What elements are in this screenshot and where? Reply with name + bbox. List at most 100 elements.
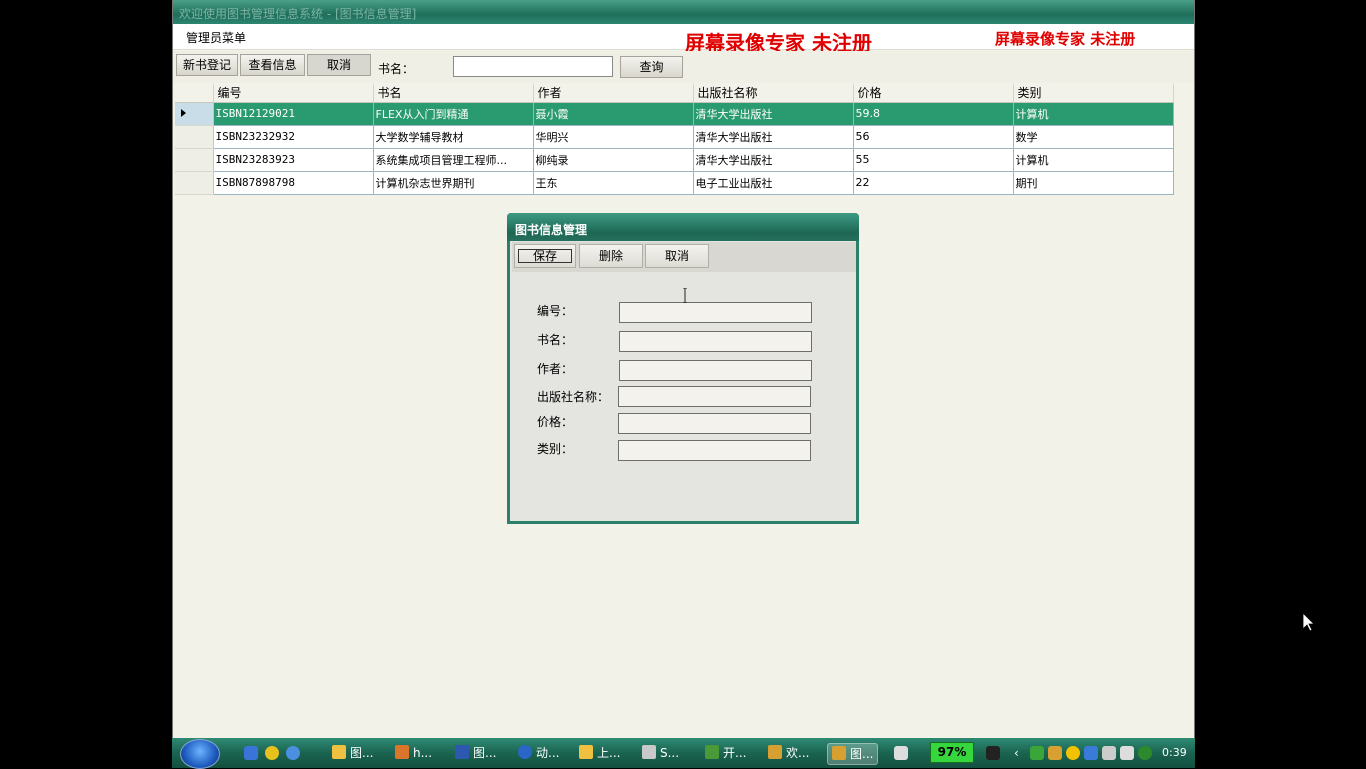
cell-id[interactable]: ISBN23283923 [213, 148, 374, 172]
taskbar-item-s[interactable]: S... [642, 743, 679, 765]
cell-id[interactable]: ISBN23232932 [213, 125, 374, 149]
cell-author[interactable]: 柳纯录 [533, 148, 694, 172]
save-button[interactable]: 保存 [514, 244, 576, 268]
chevron-left-icon[interactable]: ‹ [1014, 746, 1028, 760]
dialog-title[interactable]: 图书信息管理 [507, 213, 859, 241]
grid-corner [175, 84, 214, 103]
folder-icon [579, 745, 593, 759]
id-field[interactable] [619, 302, 812, 323]
cell-publisher[interactable]: 电子工业出版社 [693, 171, 854, 195]
category-label: 类别： [537, 442, 574, 456]
clock[interactable]: 0:39 [1162, 746, 1187, 759]
cell-publisher[interactable]: 清华大学出版社 [693, 148, 854, 172]
cell-price[interactable]: 22 [853, 171, 1014, 195]
cell-category[interactable]: 计算机 [1013, 102, 1174, 126]
taskbar: 图... h... 图... 动... 上... S... 开... 欢... … [172, 738, 1195, 769]
qq-icon[interactable] [1066, 746, 1080, 760]
bookname-search-input[interactable] [453, 56, 613, 77]
watermark-small: 屏幕录像专家 未注册 [995, 30, 1136, 48]
book-info-dialog: 图书信息管理 保存 删除 取消 编号： 书名： 作者： 出版社名称： 价格： 类… [507, 213, 859, 524]
cell-id[interactable]: ISBN87898798 [213, 171, 374, 195]
cell-category[interactable]: 计算机 [1013, 148, 1174, 172]
taskbar-item-anim[interactable]: 动... [518, 743, 559, 765]
toolbar: 新书登记 查看信息 取消 书名： 查询 [173, 51, 1194, 83]
column-header-name[interactable]: 书名 [373, 84, 534, 103]
book-grid[interactable]: 编号 书名 作者 出版社名称 价格 类别 ISBN12129021 FLEX从入… [175, 84, 1175, 195]
publisher-field[interactable] [618, 386, 811, 407]
author-field[interactable] [619, 360, 812, 381]
column-header-price[interactable]: 价格 [853, 84, 1014, 103]
name-field[interactable] [619, 331, 812, 352]
row-selector[interactable] [175, 102, 214, 126]
table-row[interactable]: ISBN23283923 系统集成项目管理工程师... 柳纯录 清华大学出版社 … [175, 148, 1174, 172]
tray-app-icon[interactable] [1048, 746, 1062, 760]
security-shield-icon[interactable] [1138, 746, 1152, 760]
dialog-cancel-button[interactable]: 取消 [645, 244, 709, 268]
cell-id[interactable]: ISBN12129021 [213, 102, 374, 126]
price-field[interactable] [618, 413, 811, 434]
globe-icon [518, 745, 532, 759]
cell-name[interactable]: 计算机杂志世界期刊 [373, 171, 534, 195]
menu-admin[interactable]: 管理员菜单 [186, 29, 246, 46]
cell-price[interactable]: 59.8 [853, 102, 1014, 126]
volume-icon[interactable] [1102, 746, 1116, 760]
column-header-publisher[interactable]: 出版社名称 [693, 84, 854, 103]
cell-category[interactable]: 数学 [1013, 125, 1174, 149]
start-button[interactable] [180, 739, 220, 769]
query-button[interactable]: 查询 [620, 56, 683, 78]
cell-category[interactable]: 期刊 [1013, 171, 1174, 195]
cell-publisher[interactable]: 清华大学出版社 [693, 125, 854, 149]
power-plug-icon[interactable] [986, 746, 1000, 760]
dialog-toolbar: 保存 删除 取消 [512, 242, 856, 272]
row-selector[interactable] [175, 125, 214, 149]
table-row[interactable]: ISBN23232932 大学数学辅导教材 华明兴 清华大学出版社 56 数学 [175, 125, 1174, 149]
table-row[interactable]: ISBN12129021 FLEX从入门到精通 聂小霞 清华大学出版社 59.8… [175, 102, 1174, 126]
taskbar-item-open[interactable]: 开... [705, 743, 746, 765]
cell-publisher[interactable]: 清华大学出版社 [693, 102, 854, 126]
row-selector[interactable] [175, 171, 214, 195]
cell-name[interactable]: 大学数学辅导教材 [373, 125, 534, 149]
device-icon[interactable] [1120, 746, 1134, 760]
taskbar-item-upload[interactable]: 上... [579, 743, 620, 765]
cell-name[interactable]: 系统集成项目管理工程师... [373, 148, 534, 172]
row-selector[interactable] [175, 148, 214, 172]
view-info-button[interactable]: 查看信息 [240, 54, 305, 76]
cell-price[interactable]: 55 [853, 148, 1014, 172]
column-header-id[interactable]: 编号 [213, 84, 374, 103]
mouse-pointer-icon [1303, 613, 1315, 632]
taskbar-item-doc[interactable]: 图... [455, 743, 496, 765]
bookname-label: 书名： [378, 62, 415, 76]
cell-price[interactable]: 56 [853, 125, 1014, 149]
taskbar-item-book-active[interactable]: 图... [827, 743, 879, 765]
name-label: 书名： [537, 333, 574, 347]
cancel-button[interactable]: 取消 [307, 54, 371, 76]
author-label: 作者： [537, 362, 574, 376]
taskbar-item-welcome[interactable]: 欢... [768, 743, 809, 765]
table-row[interactable]: ISBN87898798 计算机杂志世界期刊 王东 电子工业出版社 22 期刊 [175, 171, 1174, 195]
column-header-author[interactable]: 作者 [533, 84, 694, 103]
folder-icon [332, 745, 346, 759]
cell-author[interactable]: 华明兴 [533, 125, 694, 149]
keyboard-icon[interactable] [894, 746, 908, 760]
show-desktop-icon[interactable] [244, 746, 258, 760]
current-row-arrow-icon [181, 109, 186, 117]
title-bar: 欢迎使用图书管理信息系统 - [图书信息管理] [173, 0, 1194, 24]
cell-name[interactable]: FLEX从入门到精通 [373, 102, 534, 126]
app-icon [395, 745, 409, 759]
delete-button[interactable]: 删除 [579, 244, 643, 268]
taskbar-item-folder[interactable]: 图... [332, 743, 373, 765]
browser-icon[interactable] [286, 746, 300, 760]
cell-author[interactable]: 聂小霞 [533, 102, 694, 126]
new-book-button[interactable]: 新书登记 [176, 54, 238, 76]
tree-icon [705, 745, 719, 759]
text-cursor-icon [683, 288, 687, 303]
column-header-category[interactable]: 类别 [1013, 84, 1174, 103]
battery-indicator[interactable]: 97% [930, 742, 974, 763]
category-field[interactable] [618, 440, 811, 461]
quicklaunch-app-icon[interactable] [265, 746, 279, 760]
cell-author[interactable]: 王东 [533, 171, 694, 195]
taskbar-item-h[interactable]: h... [395, 743, 432, 765]
network-icon[interactable] [1084, 746, 1098, 760]
tray-app-icon[interactable] [1030, 746, 1044, 760]
word-icon [455, 745, 469, 759]
